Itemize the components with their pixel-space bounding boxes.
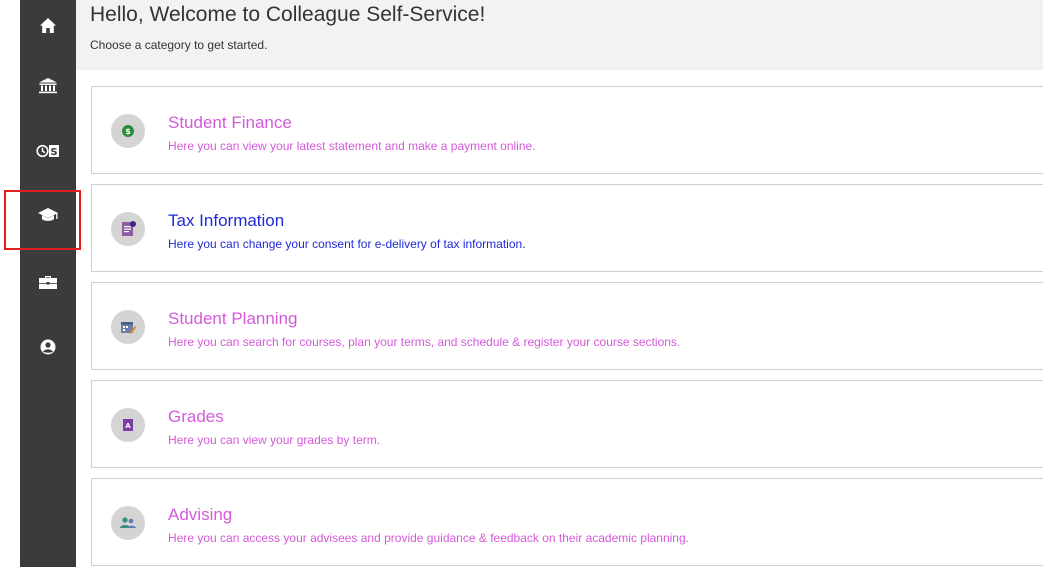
- card-description: Here you can change your consent for e-d…: [168, 237, 526, 251]
- tax-document-icon: [111, 212, 145, 246]
- sidebar-item-academics[interactable]: [20, 195, 76, 235]
- home-icon: [39, 17, 57, 35]
- card-title[interactable]: Tax Information: [168, 211, 284, 231]
- card-title[interactable]: Advising: [168, 505, 232, 525]
- graduation-cap-icon: [37, 206, 59, 224]
- sidebar-item-bank[interactable]: [20, 66, 76, 106]
- card-tax-information[interactable]: Tax Information Here you can change your…: [91, 184, 1043, 272]
- calendar-edit-icon: [111, 310, 145, 344]
- page-header: Hello, Welcome to Colleague Self-Service…: [76, 0, 1043, 70]
- sidebar-item-time-money[interactable]: S: [20, 131, 76, 171]
- card-advising[interactable]: Advising Here you can access your advise…: [91, 478, 1043, 566]
- card-title[interactable]: Student Finance: [168, 113, 292, 133]
- svg-text:A: A: [125, 422, 131, 430]
- card-description: Here you can access your advisees and pr…: [168, 531, 689, 545]
- user-circle-icon: [39, 338, 57, 356]
- page-title: Hello, Welcome to Colleague Self-Service…: [90, 3, 486, 26]
- card-student-finance[interactable]: $ Student Finance Here you can view your…: [91, 86, 1043, 174]
- bank-icon: [38, 77, 58, 95]
- page-subtitle: Choose a category to get started.: [90, 38, 268, 52]
- dollar-coin-icon: $: [111, 114, 145, 148]
- svg-text:$: $: [125, 127, 131, 136]
- sidebar-item-employment[interactable]: [20, 262, 76, 302]
- card-title[interactable]: Grades: [168, 407, 224, 427]
- sidebar-item-home[interactable]: [20, 6, 76, 46]
- sidebar-nav: S: [20, 0, 76, 567]
- sidebar-item-profile[interactable]: [20, 327, 76, 367]
- card-title[interactable]: Student Planning: [168, 309, 298, 329]
- clock-dollar-icon: S: [36, 143, 60, 159]
- briefcase-icon: [38, 273, 58, 291]
- card-description: Here you can view your grades by term.: [168, 433, 381, 447]
- card-grades[interactable]: A Grades Here you can view your grades b…: [91, 380, 1043, 468]
- card-student-planning[interactable]: Student Planning Here you can search for…: [91, 282, 1043, 370]
- card-description: Here you can search for courses, plan yo…: [168, 335, 681, 349]
- svg-text:S: S: [50, 147, 57, 158]
- advisees-icon: [111, 506, 145, 540]
- grade-book-icon: A: [111, 408, 145, 442]
- card-description: Here you can view your latest statement …: [168, 139, 536, 153]
